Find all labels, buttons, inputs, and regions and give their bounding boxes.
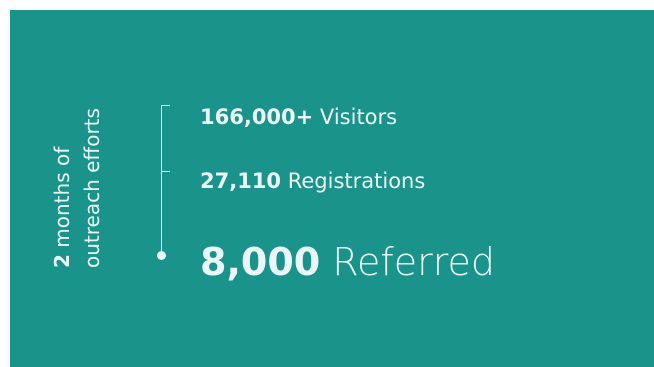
timeline-tick-2 — [161, 171, 170, 172]
caption-months-number: 2 — [50, 254, 74, 268]
infographic-panel: 2 months of outreach efforts 166,000+ Vi… — [10, 10, 654, 367]
caption-line-2: outreach efforts — [80, 108, 104, 268]
stat-visitors-number: 166,000+ — [200, 105, 314, 129]
stat-visitors-label: Visitors — [313, 105, 398, 129]
caption-months-label: months of — [50, 146, 74, 255]
stat-visitors: 166,000+ Visitors — [200, 105, 397, 129]
stat-referred: 8,000 Referred — [200, 240, 495, 284]
timeline — [157, 105, 181, 265]
stat-registrations-label: Registrations — [281, 169, 426, 193]
timeline-tick-1 — [161, 105, 170, 106]
caption-line-1: 2 months of — [47, 38, 77, 268]
timeline-line — [161, 105, 162, 255]
stat-referred-label: Referred — [320, 240, 496, 284]
outreach-caption: 2 months of outreach efforts — [47, 38, 127, 268]
stat-registrations-number: 27,110 — [200, 169, 282, 193]
stat-registrations: 27,110 Registrations — [200, 169, 425, 193]
timeline-end-dot — [157, 251, 166, 260]
stat-referred-number: 8,000 — [200, 240, 321, 284]
